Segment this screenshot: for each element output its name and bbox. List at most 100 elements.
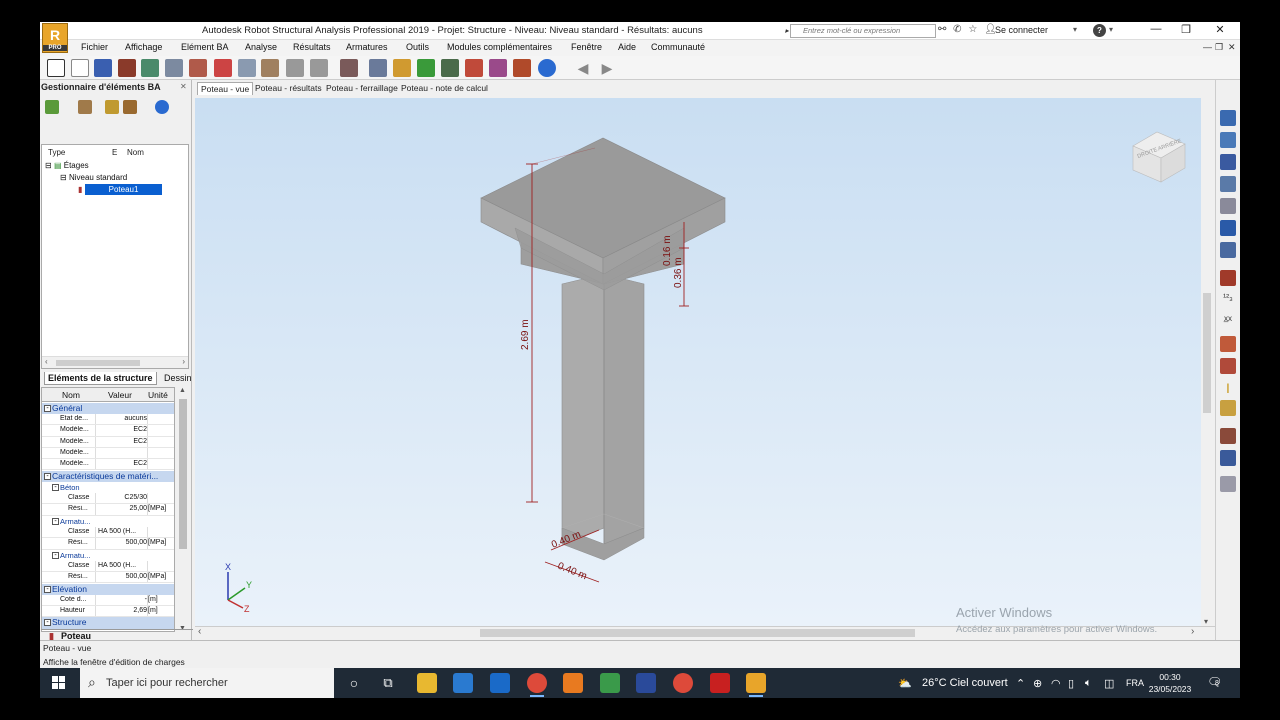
language-indicator[interactable]: FRA	[1126, 678, 1144, 688]
redo-icon[interactable]	[310, 59, 328, 77]
prop-value[interactable]: HA 500 (H...	[96, 528, 147, 535]
menu-affichage[interactable]: Affichage	[125, 42, 162, 52]
table-row[interactable]: Rési... 500,00 [MPa]	[42, 572, 174, 584]
tab-poteau-ferraillage[interactable]: Poteau - ferraillage	[323, 82, 401, 94]
selection-icon[interactable]	[417, 59, 435, 77]
paste-icon[interactable]	[261, 59, 279, 77]
prop-value[interactable]: 500,00	[96, 539, 147, 546]
table-row[interactable]: Cote d... - [m]	[42, 594, 174, 607]
group-structure[interactable]: - Structure	[42, 617, 174, 629]
project-preferences-icon[interactable]	[47, 59, 65, 77]
table-row[interactable]: Classe HA 500 (H...	[42, 560, 174, 573]
prop-value[interactable]: C25/30	[96, 494, 147, 501]
help-toolbar-icon[interactable]	[538, 59, 556, 77]
new-file-icon[interactable]	[71, 59, 89, 77]
scroll-left-icon[interactable]: ‹	[45, 357, 48, 366]
scroll-left-icon[interactable]: ‹	[198, 626, 201, 637]
menu-armatures[interactable]: Armatures	[346, 42, 388, 52]
copy-icon[interactable]	[238, 59, 256, 77]
zoom-window-icon[interactable]	[369, 59, 387, 77]
undo-icon[interactable]	[286, 59, 304, 77]
save-icon[interactable]	[94, 59, 112, 77]
task-view-icon[interactable]: ⧉	[378, 673, 398, 693]
store-icon[interactable]	[453, 673, 473, 693]
scroll-right-icon[interactable]: ›	[182, 357, 185, 366]
taskbar-search[interactable]: ⌕ Taper ici pour rechercher	[80, 668, 334, 698]
table-row[interactable]: Modèle... EC2	[42, 425, 174, 437]
prop-value[interactable]: aucuns	[96, 415, 147, 422]
filter-icon[interactable]	[105, 100, 119, 114]
menu-aide[interactable]: Aide	[618, 42, 636, 52]
close-icon[interactable]: ✕	[1210, 23, 1230, 36]
cursor-tool-icon[interactable]	[1220, 400, 1236, 416]
menu-analyse[interactable]: Analyse	[245, 42, 277, 52]
clock-time[interactable]: 00:30	[1148, 672, 1192, 682]
subgroup-armatures-1[interactable]: - Armatu...	[42, 516, 174, 527]
scroll-up-icon[interactable]: ▲	[179, 387, 186, 394]
mdi-restore-icon[interactable]: ❐	[1215, 42, 1223, 53]
screen-capture-icon[interactable]	[189, 59, 207, 77]
speech-icon[interactable]: ◫	[1104, 677, 1114, 690]
open-book-icon[interactable]	[141, 59, 159, 77]
autocad-icon[interactable]	[636, 673, 656, 693]
collapse-icon[interactable]: ⊟	[45, 161, 52, 170]
grid-tool-icon[interactable]	[1220, 270, 1236, 286]
prop-value[interactable]: -	[96, 596, 147, 603]
add-element-icon[interactable]	[45, 100, 59, 114]
prop-value[interactable]: 500,00	[96, 573, 147, 580]
tray-chevron-icon[interactable]: ⌃	[1016, 677, 1025, 690]
weather-icon[interactable]: ⛅	[898, 677, 912, 690]
table-row[interactable]: Hauteur 2,69 [m]	[42, 606, 174, 618]
scroll-right-icon[interactable]: ›	[1191, 626, 1194, 637]
loads-icon[interactable]	[465, 59, 483, 77]
windows-start-icon[interactable]	[52, 676, 66, 690]
table-row[interactable]: Classe C25/30	[42, 493, 174, 505]
display-icon[interactable]	[489, 59, 507, 77]
table-row[interactable]: Rési... 25,00 [MPa]	[42, 504, 174, 516]
elevation-view-icon[interactable]	[1220, 358, 1236, 374]
wall-tool-icon[interactable]	[1220, 176, 1236, 192]
group-elevation[interactable]: - Elévation	[42, 583, 174, 595]
volume-icon[interactable]: 🔈︎	[1085, 677, 1092, 690]
weather-text[interactable]: 26°C Ciel couvert	[922, 677, 1008, 689]
subgroup-beton[interactable]: - Béton	[42, 482, 174, 493]
collapse-icon[interactable]: ⊟	[60, 173, 67, 182]
help-search-input[interactable]: Entrez mot-clé ou expression	[785, 24, 936, 38]
menu-communaute[interactable]: Communauté	[651, 42, 705, 52]
menu-resultats[interactable]: Résultats	[293, 42, 331, 52]
tab-poteau-vue[interactable]: Poteau - vue	[197, 82, 254, 95]
wrench-icon[interactable]	[513, 59, 531, 77]
load-tool-icon[interactable]	[1220, 220, 1236, 236]
group-general[interactable]: - Général	[42, 403, 174, 415]
numbering-icon[interactable]: ¹²₃	[1220, 292, 1236, 308]
prop-value[interactable]: 2,69	[96, 607, 147, 614]
star-icon[interactable]: ☆	[968, 24, 977, 35]
calculator-icon[interactable]	[340, 59, 358, 77]
print-icon[interactable]	[118, 59, 136, 77]
rebar-tool-icon[interactable]	[1220, 242, 1236, 258]
binoculars-icon[interactable]: ⚯	[938, 24, 946, 35]
tree-hscrollbar[interactable]: ‹ ›	[42, 356, 188, 368]
tab-dessin[interactable]: Dessin	[161, 372, 195, 384]
print-preview-icon[interactable]	[165, 59, 183, 77]
acrobat-icon[interactable]	[710, 673, 730, 693]
prop-value[interactable]: HA 500 (H...	[96, 562, 147, 569]
cortana-icon[interactable]: ○	[344, 673, 364, 693]
cut-icon[interactable]	[214, 59, 232, 77]
robot-logo[interactable]: R PRO	[42, 23, 68, 53]
scroll-down-icon[interactable]: ▾	[1204, 617, 1208, 626]
clock-date[interactable]: 23/05/2023	[1148, 684, 1192, 694]
table-row[interactable]: Classe HA 500 (H...	[42, 527, 174, 539]
ratio-icon[interactable]: x̲x	[1220, 314, 1236, 330]
sign-in-chevron-icon[interactable]: ▾	[1073, 25, 1077, 34]
panel-help-icon[interactable]	[155, 100, 169, 114]
vlc-icon[interactable]	[563, 673, 583, 693]
mail-icon[interactable]	[490, 673, 510, 693]
network-globe-icon[interactable]: ⊕	[1033, 677, 1042, 690]
microphone-icon[interactable]: ▯	[1068, 677, 1074, 690]
subgroup-armatures-2[interactable]: - Armatu...	[42, 550, 174, 561]
export-tool-icon[interactable]	[1220, 476, 1236, 492]
viewport-vscrollbar[interactable]: ▾	[1201, 98, 1213, 626]
mdi-minimize-icon[interactable]: —	[1203, 42, 1212, 52]
tab-poteau-resultats[interactable]: Poteau - résultats	[252, 82, 325, 94]
